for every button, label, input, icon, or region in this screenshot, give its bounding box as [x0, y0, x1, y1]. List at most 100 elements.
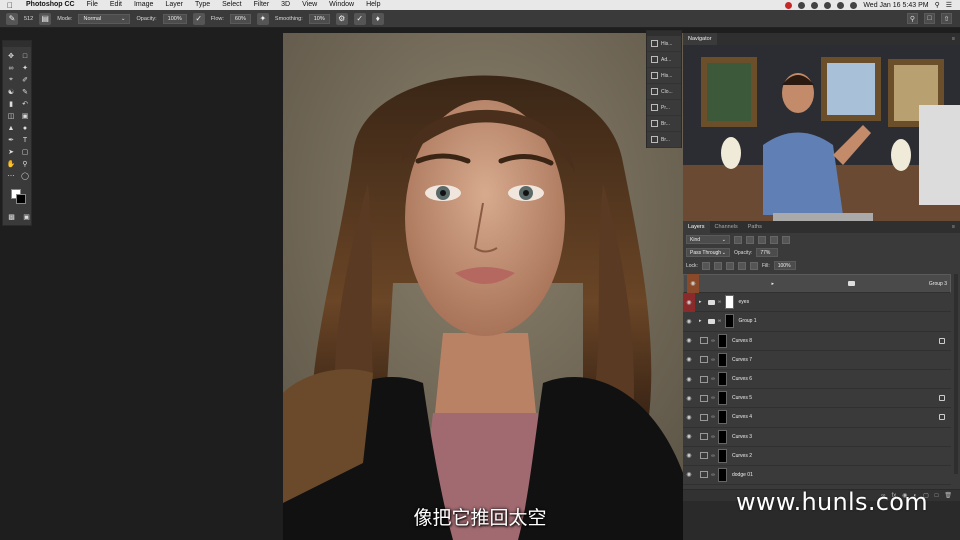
menu-app-name[interactable]: Photoshop CC [20, 0, 81, 10]
expand-arrow-icon[interactable]: ▸ [771, 281, 774, 287]
brush-tool-icon[interactable]: ✎ [18, 86, 32, 98]
layer-mask-thumbnail[interactable] [718, 410, 727, 425]
layer-row[interactable]: ◉ ▸ ∞ Group 1 [683, 312, 951, 332]
layer-row[interactable]: ◉ ∞ Curves 5 [683, 389, 951, 409]
menu-3d[interactable]: 3D [275, 0, 296, 10]
zoom-tool-icon[interactable]: ⚲ [18, 158, 32, 170]
layer-mask-thumbnail[interactable] [718, 352, 727, 367]
history-brush-icon[interactable]: ↶ [18, 98, 32, 110]
clone-stamp-icon[interactable]: ▮ [4, 98, 18, 110]
visibility-eye-icon[interactable]: ◉ [683, 350, 695, 369]
visibility-eye-icon[interactable]: ◉ [683, 446, 695, 465]
fill-field[interactable]: 100% [773, 261, 796, 270]
layer-mask-thumbnail[interactable] [724, 295, 734, 310]
search-icon[interactable]: ⚲ [907, 13, 918, 24]
tab-navigator[interactable]: Navigator [683, 33, 717, 45]
share-icon[interactable]: ⇧ [941, 13, 952, 24]
quick-mask-mode-icon[interactable]: ▩ [7, 211, 16, 223]
eyedropper-icon[interactable]: ✐ [18, 74, 32, 86]
filter-pixel-icon[interactable] [734, 235, 742, 244]
volume-icon[interactable] [837, 1, 845, 9]
pressure-opacity-icon[interactable]: ✓ [192, 12, 205, 25]
layer-mask-thumbnail[interactable] [718, 372, 727, 387]
smart-filter-icon[interactable] [939, 414, 945, 421]
pen-tool-icon[interactable]: ✒ [4, 134, 18, 146]
opacity-field[interactable]: 77% [756, 248, 779, 257]
lasso-tool-icon[interactable]: ∞ [4, 62, 18, 74]
crop-tool-icon[interactable]: ⌖ [4, 74, 18, 86]
dock-histogram[interactable]: His... [647, 68, 681, 84]
layer-row[interactable]: ◉ ∞ Curves 6 [683, 370, 951, 390]
move-tool-icon[interactable]: ✥ [4, 50, 18, 62]
tab-layers[interactable]: Layers [683, 221, 710, 233]
expand-arrow-icon[interactable]: ▸ [699, 299, 702, 305]
dodge-tool-icon[interactable]: ● [18, 122, 32, 134]
flow-field[interactable]: 60% [229, 13, 251, 24]
dock-brushes[interactable]: Br... [647, 116, 681, 132]
screen-mode-icon[interactable]: ▣ [22, 211, 31, 223]
menu-layer[interactable]: Layer [159, 0, 189, 10]
type-tool-icon[interactable]: T [18, 134, 32, 146]
menu-filter[interactable]: Filter [248, 0, 276, 10]
layer-row[interactable]: ◉ ▸ Group 3 [683, 274, 951, 294]
opacity-field[interactable]: 100% [162, 13, 187, 24]
layer-row[interactable]: ◉ ∞ Curves 2 [683, 447, 951, 466]
dock-history[interactable]: His... [647, 36, 681, 52]
lock-all-icon[interactable] [749, 261, 758, 270]
trash-icon[interactable]: 🗑 [944, 492, 952, 499]
layer-mask-thumbnail[interactable] [718, 467, 727, 482]
lock-pixels-icon[interactable] [713, 261, 722, 270]
layer-row[interactable]: ◉ ∞ dodge 01 [683, 465, 951, 486]
edit-toolbar-icon[interactable]: ⋯ [4, 170, 18, 182]
dock-brush-settings[interactable]: Br... [647, 132, 681, 148]
menu-file[interactable]: File [81, 0, 104, 10]
menu-help[interactable]: Help [360, 0, 386, 10]
workspace-icon[interactable]: □ [924, 13, 935, 24]
layer-row[interactable]: ◉ ∞ Curves 8 [683, 332, 951, 351]
brush-settings-icon[interactable]: ▤ [39, 12, 52, 25]
visibility-eye-icon[interactable]: ◉ [683, 331, 695, 350]
gradient-icon[interactable]: ▣ [18, 110, 32, 122]
eraser-icon[interactable]: ◫ [4, 110, 18, 122]
tab-paths[interactable]: Paths [743, 221, 767, 233]
layer-mask-thumbnail[interactable] [724, 314, 734, 329]
kind-filter-select[interactable]: Kind ⌄ [686, 235, 730, 244]
dropbox-icon[interactable] [811, 1, 819, 9]
filter-type-icon[interactable] [758, 235, 766, 244]
marquee-tool-icon[interactable]: □ [18, 50, 32, 62]
menu-image[interactable]: Image [128, 0, 159, 10]
new-layer-icon[interactable]: □ [935, 493, 939, 499]
visibility-eye-icon[interactable]: ◉ [683, 465, 695, 484]
layer-row[interactable]: ◉ ∞ Curves 3 [683, 428, 951, 447]
apple-icon[interactable]:  [0, 1, 20, 10]
mode-select[interactable]: Normal ⌄ [78, 13, 131, 24]
blur-tool-icon[interactable]: ▲ [4, 122, 18, 134]
panel-menu-icon[interactable]: ≡ [952, 224, 960, 230]
dock-properties[interactable]: Pr... [647, 100, 681, 116]
smoothing-field[interactable]: 10% [308, 13, 330, 24]
dock-clone-source[interactable]: Clo... [647, 84, 681, 100]
curves-adjustment-icon[interactable] [700, 394, 708, 402]
airbrush-icon[interactable]: ✦ [256, 12, 269, 25]
blend-mode-select[interactable]: Pass Through ⌄ [686, 248, 730, 257]
curves-adjustment-icon[interactable] [700, 413, 708, 421]
visibility-eye-icon[interactable]: ◉ [687, 274, 699, 294]
curves-adjustment-icon[interactable] [700, 337, 708, 345]
brush-tool-icon[interactable]: ✎ [6, 12, 18, 25]
document-canvas[interactable] [283, 33, 683, 540]
curves-adjustment-icon[interactable] [700, 471, 708, 479]
curves-adjustment-icon[interactable] [700, 356, 708, 364]
visibility-eye-icon[interactable]: ◉ [683, 427, 695, 446]
curves-adjustment-icon[interactable] [700, 433, 708, 441]
layer-mask-thumbnail[interactable] [718, 429, 727, 444]
quick-mask-icon[interactable]: ◯ [18, 170, 32, 182]
healing-brush-icon[interactable]: ☯ [4, 86, 18, 98]
visibility-eye-icon[interactable]: ◉ [683, 312, 695, 331]
layer-mask-thumbnail[interactable] [718, 391, 727, 406]
visibility-eye-icon[interactable]: ◉ [683, 389, 695, 408]
filter-smart-icon[interactable] [782, 235, 790, 244]
smoothing-gear-icon[interactable]: ⚙ [335, 12, 348, 25]
brush-size[interactable]: 512 [24, 16, 33, 22]
menu-type[interactable]: Type [189, 0, 216, 10]
expand-arrow-icon[interactable]: ▸ [699, 318, 702, 324]
